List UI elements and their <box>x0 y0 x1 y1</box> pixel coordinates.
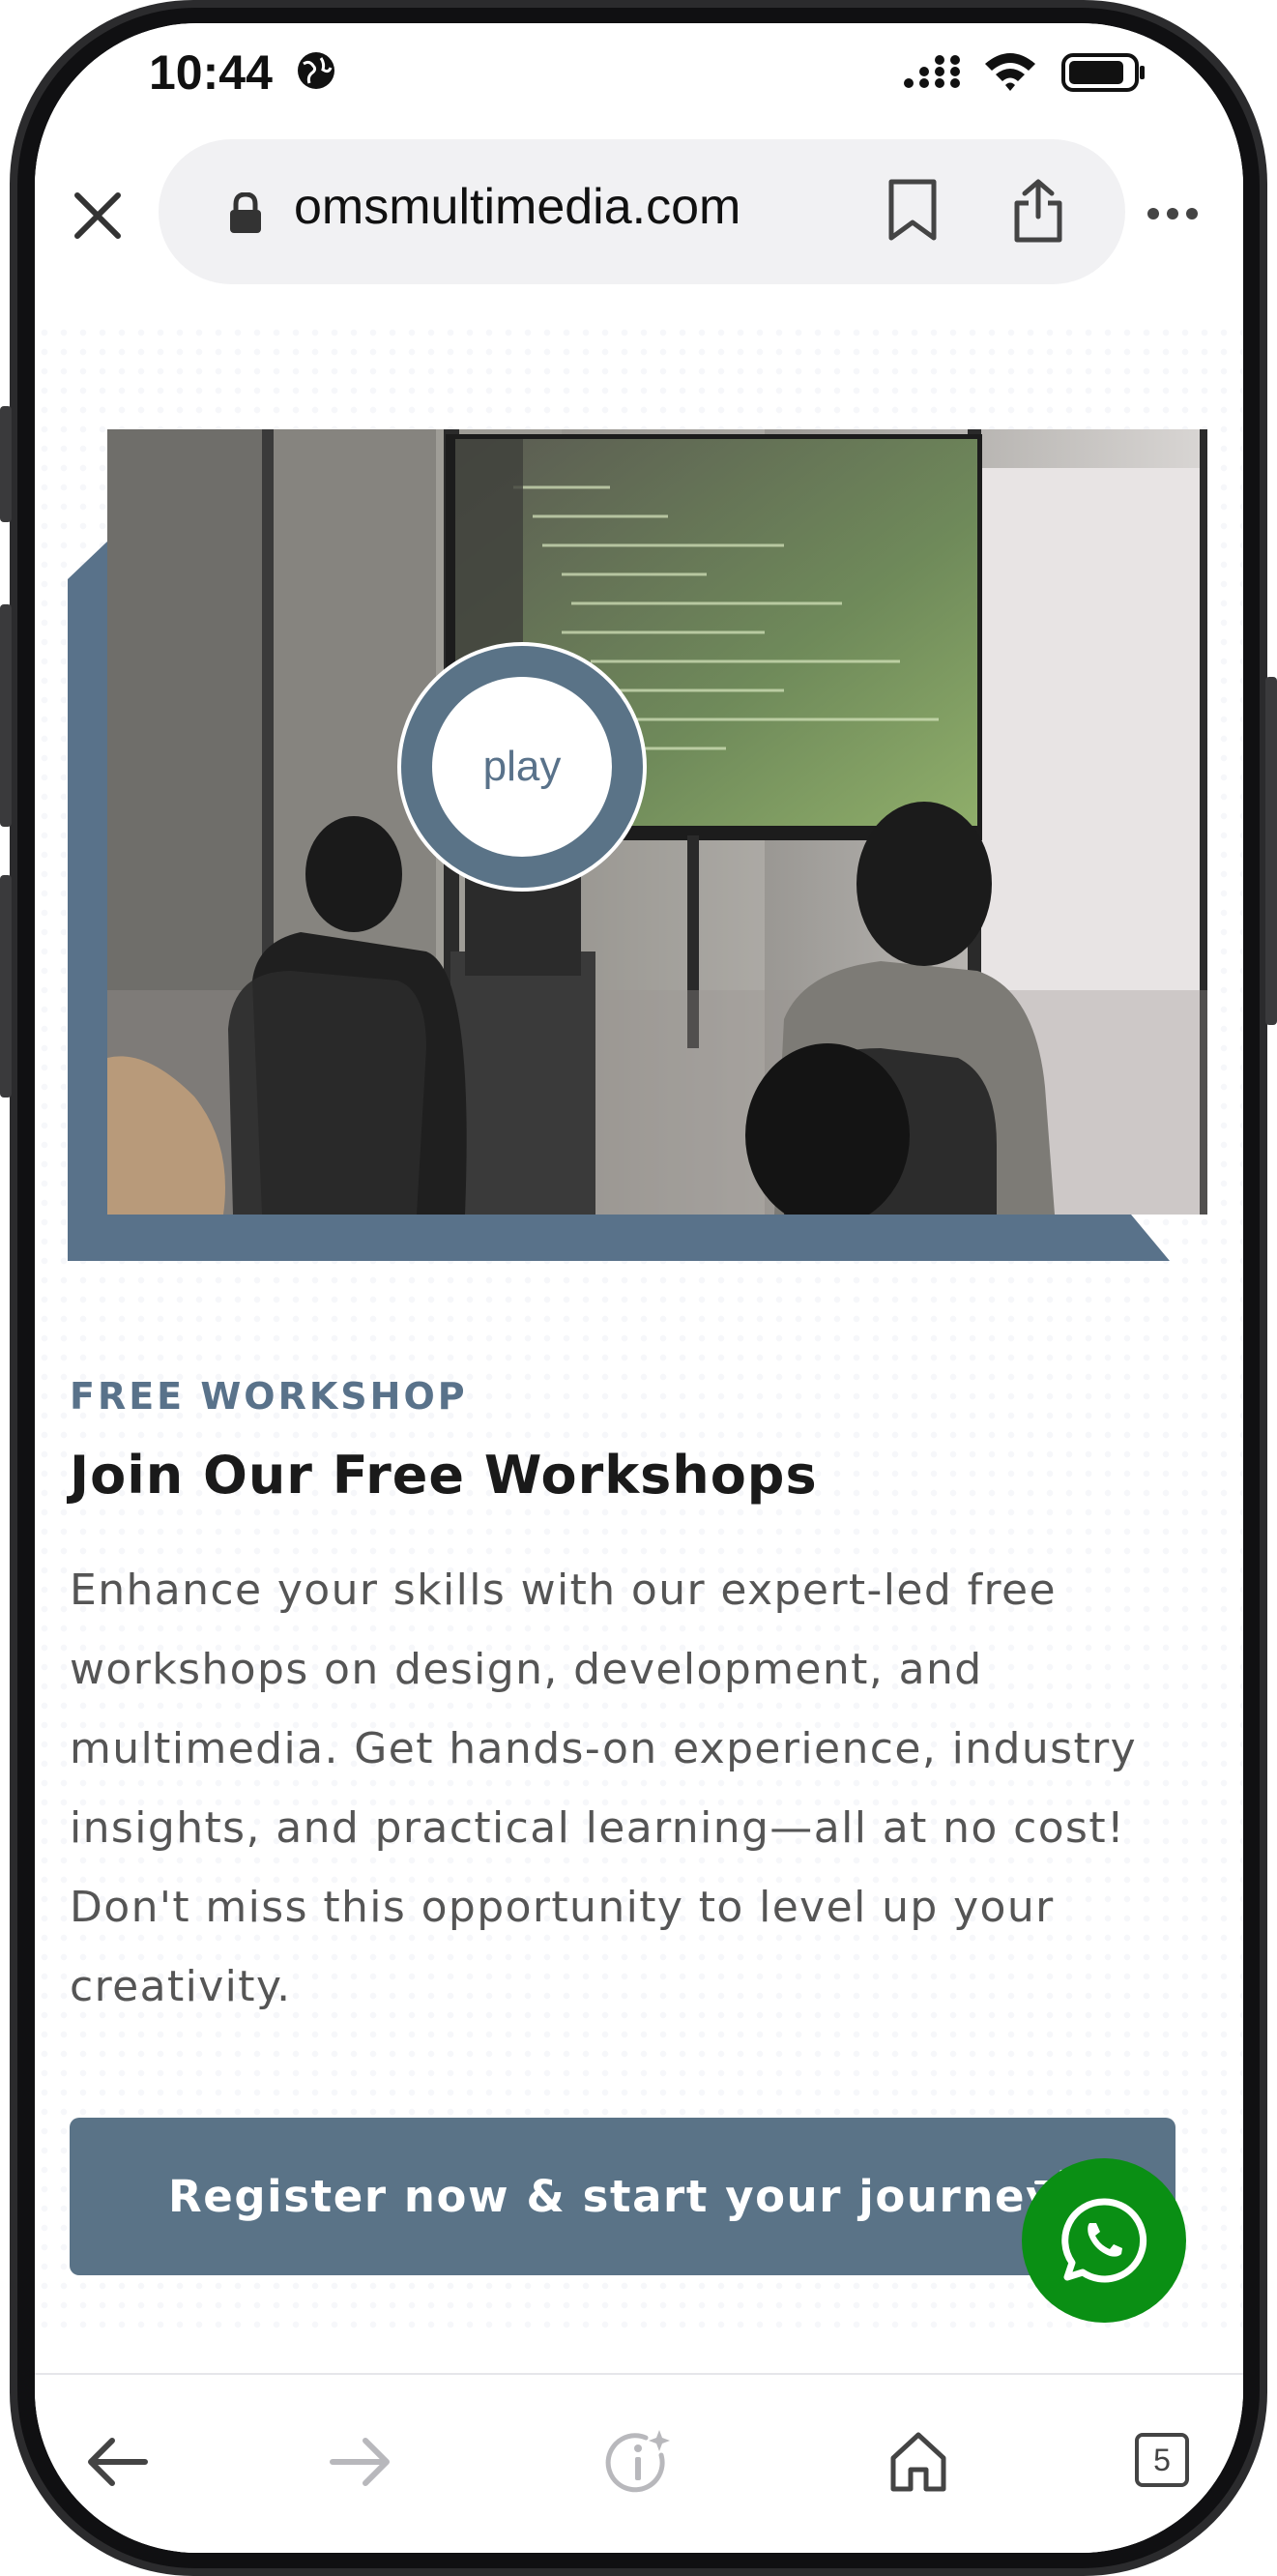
screen: 10:44 omsmultimedia.com play FREE WORKSH… <box>35 23 1243 2553</box>
back-arrow-icon[interactable] <box>85 2437 149 2487</box>
register-button[interactable]: Register now & start your journey! <box>70 2118 1175 2275</box>
more-icon[interactable] <box>1146 207 1199 220</box>
close-icon[interactable] <box>68 186 128 246</box>
section-title: Join Our Free Workshops <box>70 1445 818 1506</box>
home-icon[interactable] <box>887 2429 949 2493</box>
register-button-label: Register now & start your journey! <box>168 2171 1078 2222</box>
url-text[interactable]: omsmultimedia.com <box>294 178 740 236</box>
side-button-volume-down <box>0 875 12 1098</box>
forward-arrow-icon[interactable] <box>329 2437 392 2487</box>
status-time: 10:44 <box>149 45 273 100</box>
bookmark-icon[interactable] <box>885 178 940 242</box>
play-button[interactable]: play <box>432 677 612 857</box>
side-button-power <box>1265 677 1277 1025</box>
whatsapp-icon <box>1061 2198 1147 2283</box>
tabs-count: 5 <box>1153 2442 1171 2477</box>
page-info-icon[interactable] <box>601 2426 675 2500</box>
phone-device: 10:44 omsmultimedia.com play FREE WORKSH… <box>0 0 1277 2576</box>
section-eyebrow: FREE WORKSHOP <box>70 1375 468 1418</box>
side-button-mute <box>0 406 12 522</box>
workshop-video[interactable] <box>107 429 1207 1215</box>
play-label: play <box>482 743 562 790</box>
wifi-icon <box>985 53 1035 91</box>
tabs-button[interactable]: 5 <box>1135 2433 1189 2487</box>
lock-icon <box>230 192 261 233</box>
cellular-signal-icon <box>904 55 960 88</box>
share-icon[interactable] <box>1011 178 1065 246</box>
battery-icon <box>1061 53 1145 92</box>
section-description: Enhance your skills with our expert-led … <box>70 1566 1138 2011</box>
globe-icon <box>298 52 334 89</box>
side-button-volume-up <box>0 604 12 827</box>
whatsapp-button[interactable] <box>1022 2158 1186 2323</box>
workshop-video-frame <box>107 429 1207 1215</box>
